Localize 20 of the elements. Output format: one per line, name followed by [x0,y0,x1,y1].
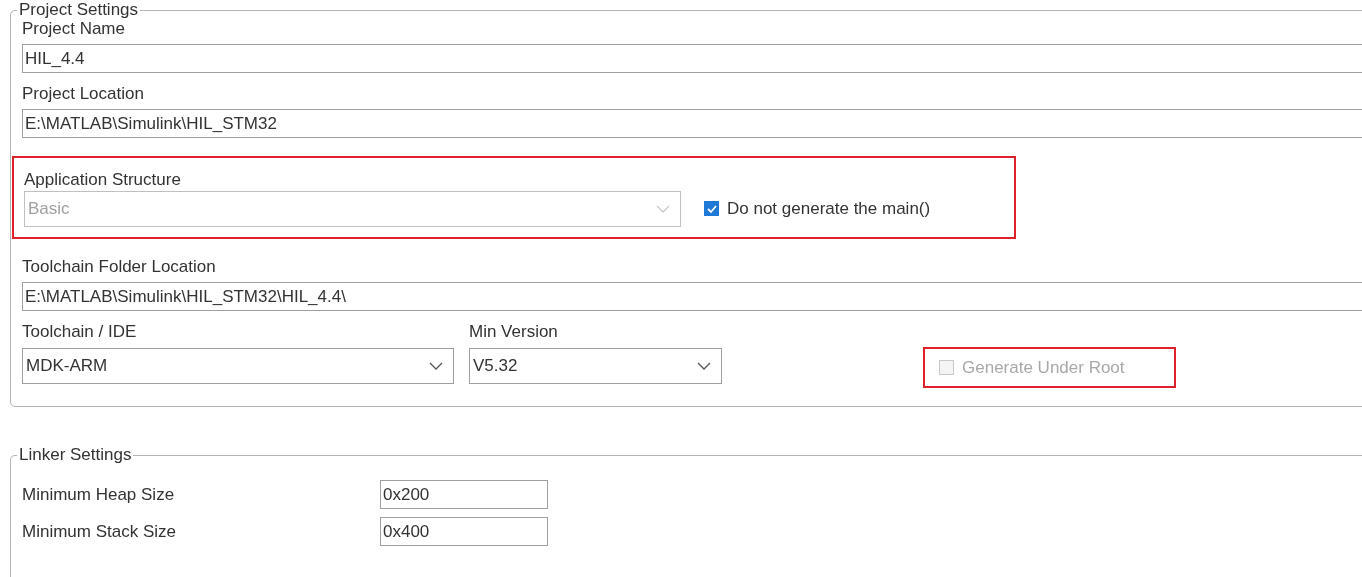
project-name-field[interactable]: HIL_4.4 [22,44,1362,73]
field-label: Minimum Heap Size [22,484,176,505]
toolchain-dropdown[interactable]: MDK-ARM [22,348,454,384]
field-label: Minimum Stack Size [22,521,177,542]
project-location-field[interactable]: E:\MATLAB\Simulink\HIL_STM32 [22,109,1362,138]
field-label: Project Location [22,84,145,104]
field-label: Toolchain Folder Location [22,257,217,277]
section-title: Linker Settings [17,445,134,465]
caret-icon [429,362,443,370]
caret-icon [697,362,711,370]
size-field[interactable]: 0x200 [380,480,548,509]
min-version-dropdown[interactable]: V5.32 [469,348,722,384]
size-field[interactable]: 0x400 [380,517,548,546]
field-label: Application Structure [24,170,182,190]
field-label: Project Name [22,19,126,39]
caret-icon [656,205,670,213]
section-title: Project Settings [17,0,141,20]
toolchain-folder-field[interactable]: E:\MATLAB\Simulink\HIL_STM32\HIL_4.4\ [22,282,1362,311]
field-label: Min Version [469,322,559,342]
field-label: Toolchain / IDE [22,322,138,342]
